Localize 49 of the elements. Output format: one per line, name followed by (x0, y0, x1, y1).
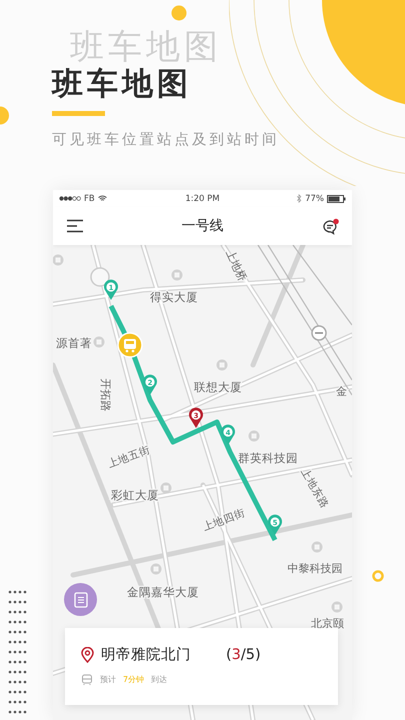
list-icon (74, 592, 88, 608)
building-poi-icon (332, 602, 342, 612)
road-junction-icon (311, 325, 327, 341)
eta-time: 7分钟 (123, 674, 144, 685)
map-place-label: 上地东路 (298, 466, 331, 511)
menu-icon[interactable] (67, 219, 83, 233)
bus-marker-icon (117, 332, 143, 358)
map-place-label: 联想大厦 (194, 380, 242, 394)
building-poi-icon (312, 542, 322, 552)
building-poi-icon (160, 482, 172, 494)
eta-suffix: 到达 (151, 674, 168, 685)
carrier-name: FB (84, 194, 95, 204)
building-poi-icon (172, 270, 182, 280)
map-place-label: 金隅嘉华大厦 (127, 585, 199, 599)
map-place-label: 北京颐 (311, 617, 344, 630)
map-place-label: 源首著 (56, 336, 92, 350)
clock-time: 1:20 PM (185, 194, 220, 204)
battery-icon (327, 194, 346, 202)
feature-title: 班车地图 (52, 65, 192, 103)
eta-label: 预计 (100, 674, 116, 685)
stop-progress: (3/5) (226, 646, 261, 662)
route-title: 一号线 (182, 217, 224, 235)
message-icon[interactable] (322, 218, 340, 234)
station-name: 明帝雅院北门 (101, 646, 191, 664)
map-place-label: 群英科技园 (238, 451, 298, 465)
map-place-label: 上地四街 (201, 507, 247, 534)
location-pin-icon (81, 646, 94, 662)
stop-list-button[interactable] (64, 583, 97, 616)
roundabout-icon (90, 267, 110, 287)
signal-icon (59, 196, 81, 201)
ring-dot (372, 570, 384, 582)
map-place-label: 上地桥 (223, 248, 250, 284)
map-place-label: 开拓路 (99, 378, 112, 412)
building-poi-icon (94, 336, 104, 348)
building-poi-icon (216, 360, 228, 370)
bus-icon (81, 674, 93, 685)
map-place-label: 得实大厦 (150, 290, 198, 304)
decor-dot (171, 5, 187, 21)
building-poi-icon (150, 564, 162, 574)
map-place-label: 上地五街 (106, 444, 152, 470)
bluetooth-icon (296, 194, 302, 203)
wifi-icon (98, 195, 107, 202)
title-underline (52, 111, 105, 116)
feature-subtitle: 可见班车位置站点及到站时间 (52, 131, 280, 149)
map-place-label: 中黎科技园 (288, 562, 342, 575)
building-poi-icon (248, 430, 260, 442)
map-place-label: 彩虹大厦 (111, 488, 159, 502)
map-place-label: 金 (336, 385, 347, 398)
battery-percent: 77% (305, 194, 324, 204)
